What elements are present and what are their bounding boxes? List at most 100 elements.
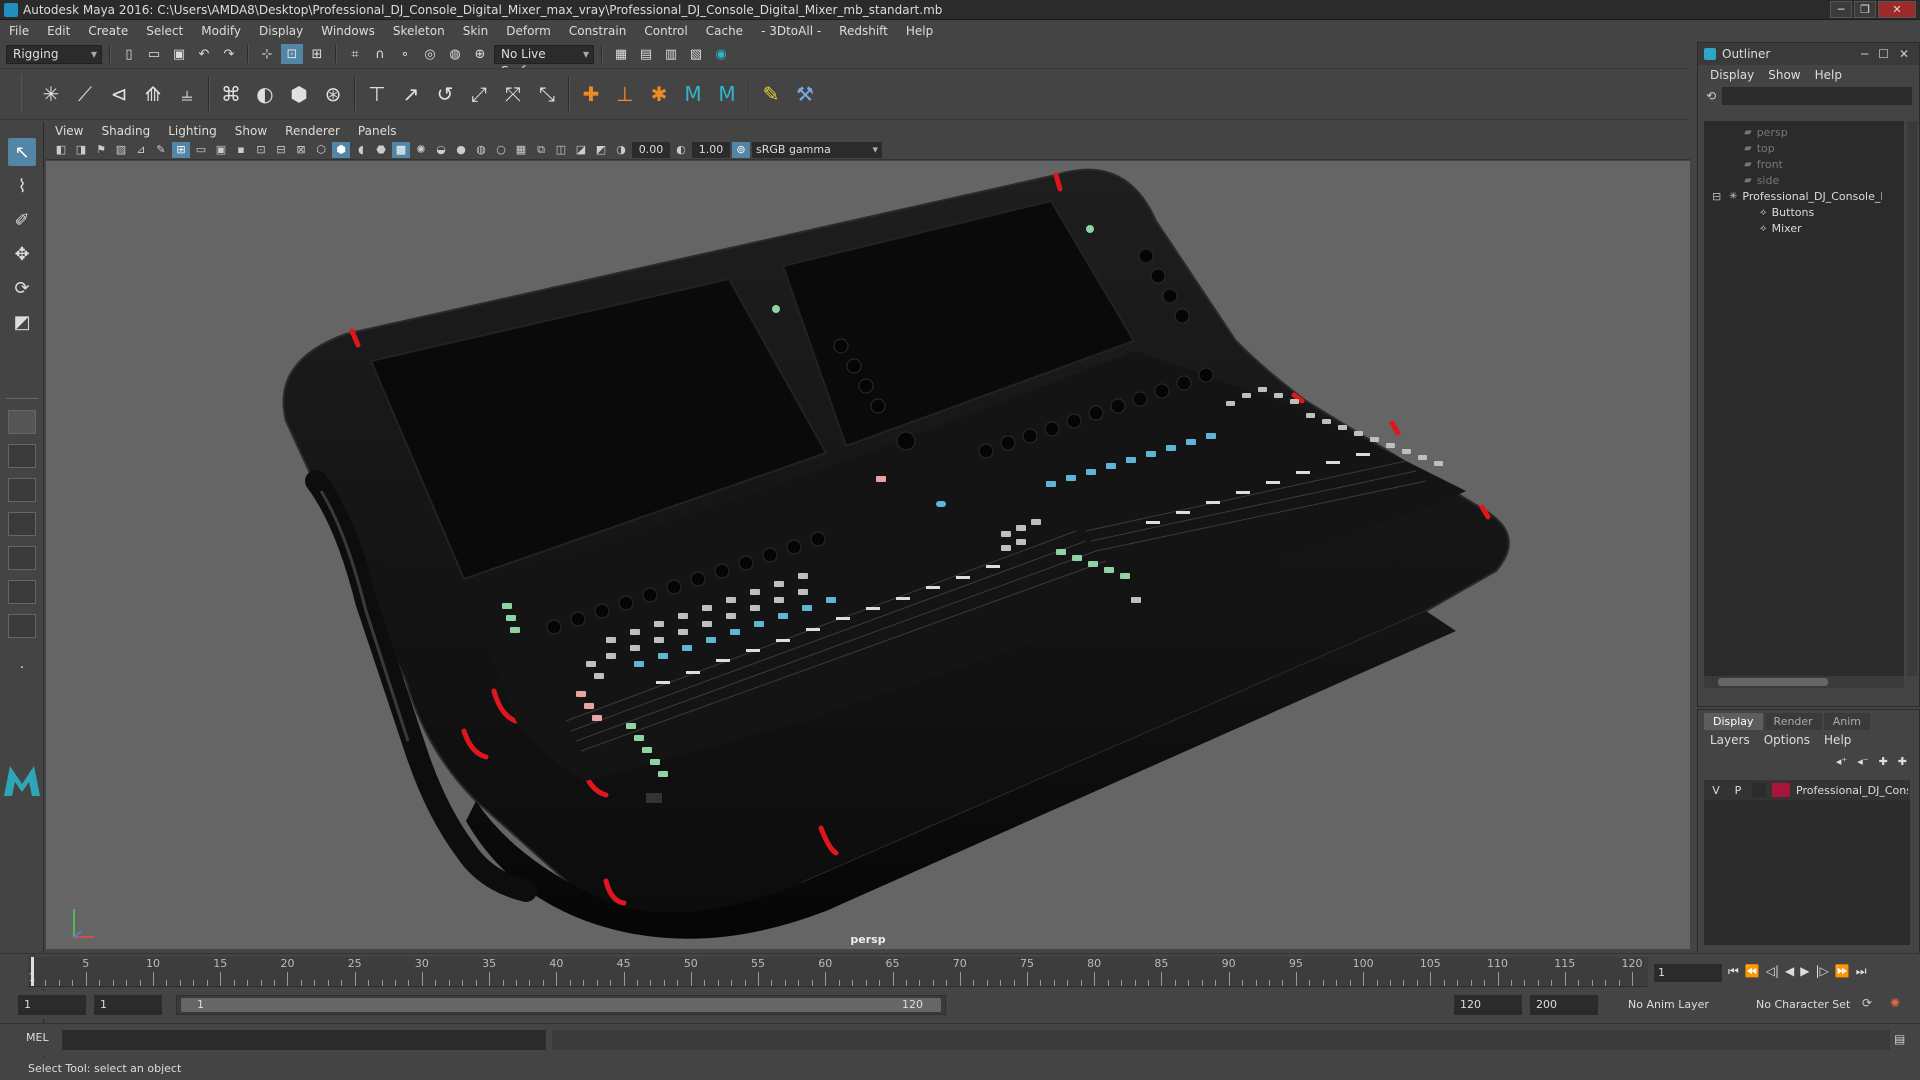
sculpt-deform-icon[interactable]: ⚒ <box>788 77 822 111</box>
anim-prefs-icon[interactable]: ✺ <box>1890 996 1900 1010</box>
step-back-frame-icon[interactable]: ◁| <box>1766 964 1779 979</box>
tab-anim[interactable]: Anim <box>1823 713 1870 730</box>
character-set-dropdown[interactable]: No Character Set <box>1750 995 1868 1015</box>
smooth-shade-icon[interactable]: ⬢ <box>332 141 350 158</box>
tab-display[interactable]: Display <box>1704 713 1763 730</box>
move-layer-up-icon[interactable]: ◂⁺ <box>1836 755 1847 768</box>
render-frame-icon[interactable]: ▦ <box>610 44 632 64</box>
redo-icon[interactable]: ↷ <box>218 44 240 64</box>
lattice-icon[interactable]: ⬢ <box>282 77 316 111</box>
graph-persp-layout-icon[interactable] <box>8 546 36 570</box>
menu-display[interactable]: Display <box>250 24 312 38</box>
open-scene-icon[interactable]: ▭ <box>143 44 165 64</box>
grid-icon[interactable]: ⊞ <box>172 141 190 158</box>
select-hierarchy-icon[interactable]: ⊹ <box>256 44 278 64</box>
menu-redshift[interactable]: Redshift <box>830 24 897 38</box>
layer-color-swatch[interactable] <box>1772 783 1790 797</box>
camera-attributes-icon[interactable]: ◨ <box>72 142 90 158</box>
snap-view-icon[interactable]: ◎ <box>419 44 441 64</box>
exposure-icon[interactable]: ◑ <box>612 142 630 158</box>
more-layouts-icon[interactable]: · <box>8 654 36 682</box>
expand-toggle-icon[interactable]: ⊟ <box>1712 190 1724 203</box>
outliner-menu-display[interactable]: Display <box>1710 68 1754 82</box>
wireframe-on-shaded-icon[interactable]: ⬣ <box>372 142 390 158</box>
mirror-joint-icon[interactable]: ⫨ <box>170 77 204 111</box>
step-back-key-icon[interactable]: ⏪ <box>1745 964 1760 979</box>
bind-skin-icon[interactable]: ⌘ <box>214 77 248 111</box>
outliner-menu-help[interactable]: Help <box>1815 68 1842 82</box>
layer-display-type[interactable] <box>1752 783 1766 797</box>
skeleton-rig-icon[interactable]: M <box>710 77 744 111</box>
two-view-layout-icon[interactable] <box>8 478 36 502</box>
menu-select[interactable]: Select <box>137 24 192 38</box>
multisample-aa-icon[interactable]: ○ <box>492 142 510 158</box>
motion-blur-icon[interactable]: ◍ <box>472 142 490 158</box>
gate-mask-icon[interactable]: ▪ <box>232 142 250 158</box>
shadows-icon[interactable]: ◒ <box>432 142 450 158</box>
layer-visibility-toggle[interactable]: V <box>1708 784 1724 797</box>
textured-icon[interactable]: ▩ <box>392 141 410 158</box>
go-to-end-icon[interactable]: ⏭ <box>1856 964 1867 979</box>
constraint-orient-icon[interactable]: ↺ <box>428 77 462 111</box>
snap-grid-icon[interactable]: ⌗ <box>344 44 366 64</box>
select-object-icon[interactable]: ⊡ <box>281 44 303 64</box>
live-surface-field[interactable]: No Live Surface <box>494 44 594 78</box>
shelf-grip[interactable] <box>6 74 22 114</box>
menu-windows[interactable]: Windows <box>312 24 384 38</box>
current-frame-field[interactable]: 1 <box>1654 964 1722 982</box>
menu-skin[interactable]: Skin <box>454 24 498 38</box>
layer-playback-toggle[interactable]: P <box>1730 784 1746 797</box>
select-tool-icon[interactable]: ↖ <box>8 138 36 166</box>
viewport-menu-shading[interactable]: Shading <box>92 124 159 138</box>
default-material-icon[interactable]: ◖ <box>352 142 370 158</box>
ik-fk-icon[interactable]: ⊥ <box>608 77 642 111</box>
play-backward-icon[interactable]: ◀ <box>1785 964 1794 979</box>
snap-surface-icon[interactable]: ◍ <box>444 44 466 64</box>
select-camera-icon[interactable]: ◧ <box>52 142 70 158</box>
move-layer-down-icon[interactable]: ◂⁻ <box>1857 755 1868 768</box>
menu-set-dropdown[interactable]: Rigging <box>6 44 102 64</box>
outliner-item[interactable]: ⟡ Mixer <box>1760 219 1802 237</box>
bookmark-icon[interactable]: ⚑ <box>92 142 110 158</box>
ipr-render-icon[interactable]: ▤ <box>635 44 657 64</box>
joint-tool-icon[interactable]: ✳ <box>34 77 68 111</box>
restore-button[interactable]: ❐ <box>1854 1 1876 18</box>
layer-menu-layers[interactable]: Layers <box>1710 733 1750 747</box>
cluster-icon[interactable]: ⊛ <box>316 77 350 111</box>
menu-3dtoall[interactable]: - 3DtoAll - <box>752 24 830 38</box>
constraint-aim-icon[interactable]: ↗ <box>394 77 428 111</box>
snap-live-icon[interactable]: ⊕ <box>469 44 491 64</box>
screen-space-ao-icon[interactable]: ● <box>452 142 470 158</box>
paint-select-icon[interactable]: ✐ <box>8 206 36 234</box>
command-language-label[interactable]: MEL <box>26 1031 49 1044</box>
start-time-field[interactable]: 1 <box>18 995 86 1015</box>
menu-deform[interactable]: Deform <box>497 24 560 38</box>
rotate-tool-icon[interactable]: ⟳ <box>8 274 36 302</box>
use-all-lights-icon[interactable]: ✺ <box>412 142 430 158</box>
locator-icon[interactable]: ✚ <box>574 77 608 111</box>
select-component-icon[interactable]: ⊞ <box>306 44 328 64</box>
xray-joints-icon[interactable]: ◪ <box>572 142 590 158</box>
menu-control[interactable]: Control <box>635 24 696 38</box>
viewport-menu-renderer[interactable]: Renderer <box>276 124 349 138</box>
field-chart-icon[interactable]: ⊡ <box>252 142 270 158</box>
safe-title-icon[interactable]: ⊠ <box>292 142 310 158</box>
current-frame-marker[interactable] <box>31 957 34 986</box>
snap-curve-icon[interactable]: ∩ <box>369 44 391 64</box>
menu-file[interactable]: File <box>0 24 38 38</box>
menu-cache[interactable]: Cache <box>697 24 752 38</box>
hypershade-icon[interactable]: ▧ <box>685 44 707 64</box>
quick-rig-icon[interactable]: M <box>676 77 710 111</box>
filter-icon[interactable]: ⟲ <box>1706 89 1716 103</box>
step-forward-frame-icon[interactable]: |▷ <box>1816 964 1829 979</box>
xray-icon[interactable]: ◫ <box>552 142 570 158</box>
view-transform-dropdown[interactable]: sRGB gamma <box>752 141 882 158</box>
new-layer-icon[interactable]: ✚ <box>1879 755 1888 768</box>
four-view-layout-icon[interactable] <box>8 444 36 468</box>
new-layer-selected-icon[interactable]: ✚ <box>1898 755 1907 768</box>
menu-skeleton[interactable]: Skeleton <box>384 24 454 38</box>
go-to-start-icon[interactable]: ⏮ <box>1728 964 1739 979</box>
film-gate-icon[interactable]: ▭ <box>192 142 210 158</box>
smooth-bind-icon[interactable]: ◐ <box>248 77 282 111</box>
save-scene-icon[interactable]: ▣ <box>168 44 190 64</box>
